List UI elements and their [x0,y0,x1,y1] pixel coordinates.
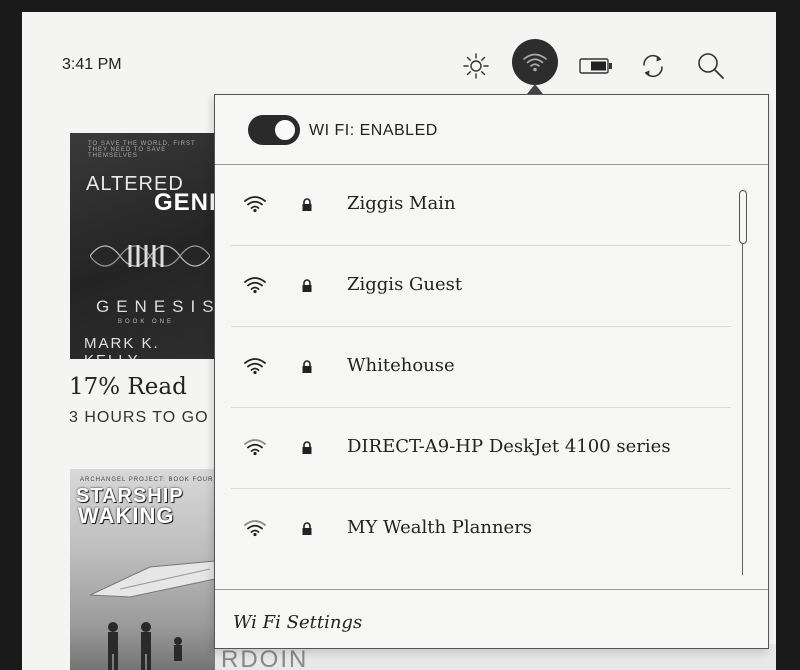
network-name: DIRECT-A9-HP DeskJet 4100 series [347,436,671,457]
book-cover-altered-genes[interactable]: TO SAVE THE WORLD, FIRST THEY NEED TO SA… [70,133,220,359]
dna-illustration [90,245,210,267]
lock-icon [302,522,312,535]
wifi-panel: WI FI: ENABLED Ziggis Main Ziggis Guest … [214,94,769,649]
astronauts-illustration [108,622,182,670]
clock: 3:41 PM [62,56,122,73]
partial-cover-text: RDOIN [221,646,309,670]
cover-title-line-2: GENES [154,189,220,216]
wifi-status-label: WI FI: ENABLED [309,122,438,139]
time-remaining: 3 HOURS TO GO [69,409,209,426]
cover-title-line-2: WAKING [78,503,175,528]
network-name: Ziggis Guest [347,274,463,295]
book-cover-starship-waking[interactable]: ARCHANGEL PROJECT: BOOK FOUR STARSHIP WA… [70,469,215,670]
cover-author: MARK K. KELLY [84,335,160,359]
network-name: Ziggis Main [347,193,456,214]
wifi-signal-icon [244,196,266,213]
toggle-knob [272,117,298,143]
wifi-settings-link[interactable]: Wi Fi Settings [233,612,362,633]
network-item[interactable]: Ziggis Main [231,165,731,246]
wifi-icon[interactable] [512,39,558,85]
status-bar: 3:41 PM [22,12,776,96]
wifi-signal-icon [244,277,266,294]
e-reader-screen: 3:41 PM TO SAVE THE WORLD, FIRST THEY NE… [22,12,776,670]
sync-icon[interactable] [631,44,675,88]
network-name: MY Wealth Planners [347,517,533,538]
lock-icon [302,198,312,211]
network-item[interactable]: Whitehouse [231,327,731,408]
wifi-panel-header: WI FI: ENABLED [215,95,768,165]
wifi-signal-icon [244,520,266,537]
network-item[interactable]: MY Wealth Planners [231,489,731,570]
starship-illustration [90,560,215,598]
network-item[interactable]: Ziggis Guest [231,246,731,327]
cover-tagline: TO SAVE THE WORLD, FIRST THEY NEED TO SA… [88,141,196,159]
network-list: Ziggis Main Ziggis Guest Whitehouse DIRE… [231,165,731,570]
network-name: Whitehouse [347,355,455,376]
popover-caret [527,84,543,94]
brightness-icon[interactable] [454,44,498,88]
search-icon[interactable] [689,44,733,88]
cover-tagline: ARCHANGEL PROJECT: BOOK FOUR [80,477,214,483]
network-list-scrollbar[interactable] [739,190,750,575]
wifi-panel-footer: Wi Fi Settings [215,589,768,648]
lock-icon [302,360,312,373]
network-item[interactable]: DIRECT-A9-HP DeskJet 4100 series [231,408,731,489]
wifi-toggle[interactable] [248,115,300,145]
battery-icon[interactable] [574,44,618,88]
reading-progress: 17% Read [69,374,187,400]
cover-series: GENESIS [96,297,220,316]
wifi-signal-icon [244,358,266,375]
lock-icon [302,441,312,454]
wifi-signal-icon [244,439,266,456]
scrollbar-thumb[interactable] [739,190,747,244]
lock-icon [302,279,312,292]
cover-book-number: BOOK ONE [118,319,175,325]
